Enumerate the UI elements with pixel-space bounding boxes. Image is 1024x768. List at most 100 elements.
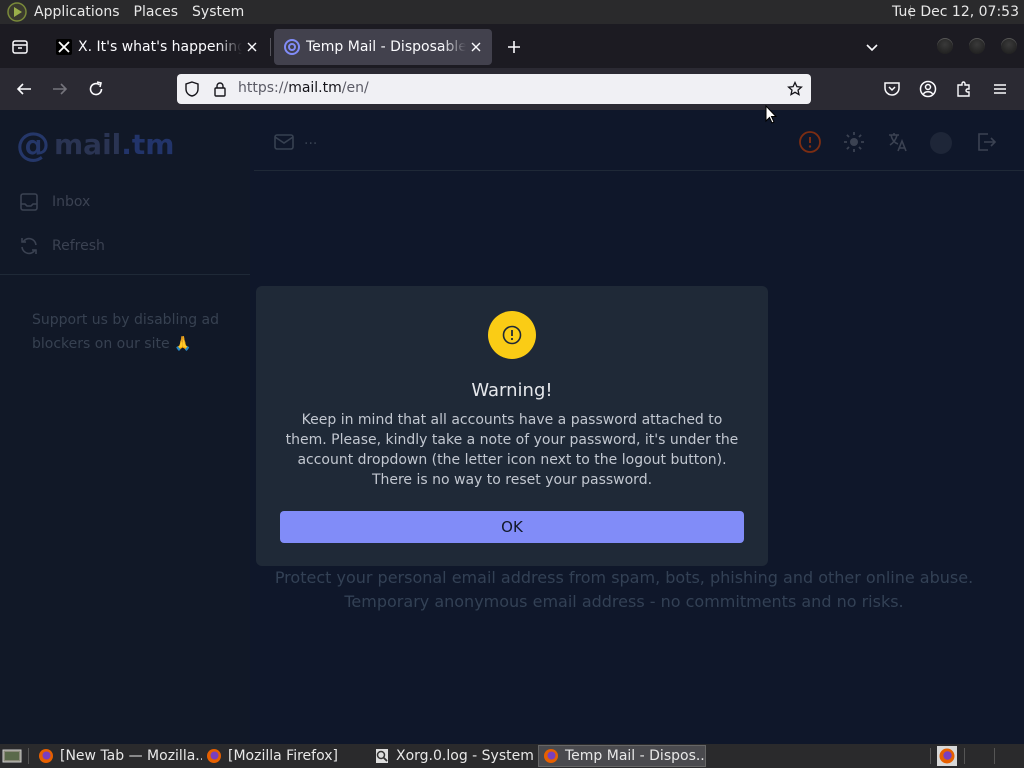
ad-blocker-note: Support us by disabling ad blockers on o…: [32, 312, 220, 352]
tab-temp-mail[interactable]: Temp Mail - Disposable Temporary Email: [274, 29, 492, 65]
back-button[interactable]: [12, 77, 36, 101]
exclamation-icon: [502, 325, 522, 345]
taskbar-separator: [28, 748, 29, 764]
task-label: [Mozilla Firefox]: [228, 748, 338, 764]
app-menu-button[interactable]: [988, 77, 1012, 101]
brand-tld: .tm: [121, 128, 175, 161]
star-icon[interactable]: [787, 81, 803, 97]
brand-at-sign: @: [16, 125, 50, 165]
firefox-icon: [207, 749, 221, 763]
taskbar-separator: [994, 748, 995, 764]
x-logo-icon: [56, 39, 72, 55]
pocket-button[interactable]: [880, 77, 904, 101]
task-label: Temp Mail - Dispos...: [565, 748, 706, 764]
taskbar-task-log-viewer[interactable]: Xorg.0.log - System ...: [370, 745, 536, 767]
brand-name-main: mail: [54, 128, 122, 161]
brand-name: mail.tm: [54, 130, 174, 160]
log-viewer-icon: [376, 749, 388, 763]
url-path: /en/: [341, 80, 369, 96]
system-menu[interactable]: System: [192, 4, 244, 20]
hero-line-1: Protect your personal email address from…: [274, 568, 974, 587]
taskbar-separator: [964, 748, 965, 764]
sidebar-item-refresh[interactable]: Refresh: [18, 234, 105, 258]
close-tab-button[interactable]: [466, 37, 486, 57]
sidebar-item-label: Inbox: [52, 194, 91, 210]
bottom-taskbar: [New Tab — Mozilla... [Mozilla Firefox] …: [0, 744, 1024, 768]
hero-description: Protect your personal email address from…: [254, 566, 994, 614]
pocket-icon: [884, 82, 900, 96]
tab-title: Temp Mail - Disposable Temporary Email: [306, 39, 466, 55]
close-icon: [247, 42, 257, 52]
sidebar-item-label: Refresh: [52, 238, 105, 254]
mail-icon: [274, 134, 294, 150]
applications-menu[interactable]: Applications: [34, 4, 120, 20]
system-top-panel: Applications Places System Tue Dec 12, 0…: [0, 0, 1024, 24]
account-icon: [919, 80, 937, 98]
firefox-view-icon: [12, 40, 28, 54]
url-text: https://mail.tm/en/: [238, 80, 369, 96]
plus-icon: [508, 41, 520, 53]
shield-icon[interactable]: [184, 81, 200, 97]
extensions-button[interactable]: [952, 77, 976, 101]
main-header: ...: [254, 110, 1024, 171]
taskbar-separator: [930, 748, 931, 764]
lock-icon[interactable]: [212, 81, 228, 97]
maximize-window-button[interactable]: [969, 38, 985, 54]
reload-button[interactable]: [84, 77, 108, 101]
tab-x[interactable]: X. It's what's happening / X: [46, 29, 268, 65]
url-host: mail.tm: [288, 80, 342, 96]
minimize-window-button[interactable]: [937, 38, 953, 54]
new-tab-button[interactable]: [500, 33, 528, 61]
firefox-launcher-icon[interactable]: [937, 746, 957, 766]
firefox-icon: [39, 749, 53, 763]
firefox-view-button[interactable]: [6, 33, 34, 61]
alert-circle-icon[interactable]: [798, 130, 822, 154]
hamburger-menu-icon: [994, 84, 1006, 94]
forward-button[interactable]: [48, 77, 72, 101]
email-address[interactable]: ...: [304, 132, 317, 148]
distro-logo-icon[interactable]: [6, 1, 28, 23]
account-letter-avatar[interactable]: [930, 132, 952, 154]
tab-separator: [270, 38, 271, 56]
mailtm-brand-logo[interactable]: @ mail.tm: [16, 125, 174, 165]
browser-nav-bar: https://mail.tm/en/: [0, 68, 1024, 110]
taskbar-task-new-tab[interactable]: [New Tab — Mozilla...: [34, 745, 202, 767]
url-bar[interactable]: https://mail.tm/en/: [177, 74, 811, 104]
puzzle-icon: [957, 81, 970, 97]
url-scheme: https://: [238, 80, 289, 96]
close-icon: [471, 42, 481, 52]
logout-icon[interactable]: [974, 130, 998, 154]
close-window-button[interactable]: [1001, 38, 1017, 54]
sun-icon[interactable]: [842, 130, 866, 154]
hero-line-2: Temporary anonymous email address - no c…: [344, 592, 904, 611]
show-desktop-icon[interactable]: [2, 748, 22, 764]
taskbar-task-firefox[interactable]: [Mozilla Firefox]: [202, 745, 368, 767]
chevron-down-icon: [866, 44, 878, 52]
close-tab-button[interactable]: [242, 37, 262, 57]
browser-tab-strip: X. It's what's happening / X Temp Mail -…: [0, 24, 1024, 68]
task-label: Xorg.0.log - System ...: [396, 748, 536, 764]
clock[interactable]: Tue Dec 12, 07:53: [892, 4, 1019, 20]
list-all-tabs-button[interactable]: [858, 33, 886, 61]
reload-icon: [89, 81, 103, 96]
warning-dialog: Warning! Keep in mind that all accounts …: [256, 286, 768, 566]
sidebar-item-inbox[interactable]: Inbox: [18, 190, 90, 214]
translate-icon[interactable]: [886, 130, 910, 154]
inbox-icon: [20, 193, 38, 211]
arrow-right-icon: [53, 83, 68, 95]
firefox-icon: [544, 749, 558, 763]
places-menu[interactable]: Places: [134, 4, 179, 20]
task-label: [New Tab — Mozilla...: [60, 748, 202, 764]
ok-button[interactable]: OK: [280, 511, 744, 543]
warning-badge: [488, 311, 536, 359]
tab-title: X. It's what's happening / X: [78, 39, 242, 55]
mailtm-logo-icon: [284, 39, 300, 55]
dialog-title: Warning!: [471, 380, 553, 401]
sidebar-divider: [0, 274, 250, 275]
account-button[interactable]: [916, 77, 940, 101]
mouse-cursor-icon: [765, 105, 777, 124]
arrow-left-icon: [16, 83, 31, 95]
taskbar-task-temp-mail[interactable]: Temp Mail - Dispos...: [538, 745, 706, 767]
refresh-icon: [21, 237, 37, 255]
dialog-message: Keep in mind that all accounts have a pa…: [285, 412, 739, 488]
